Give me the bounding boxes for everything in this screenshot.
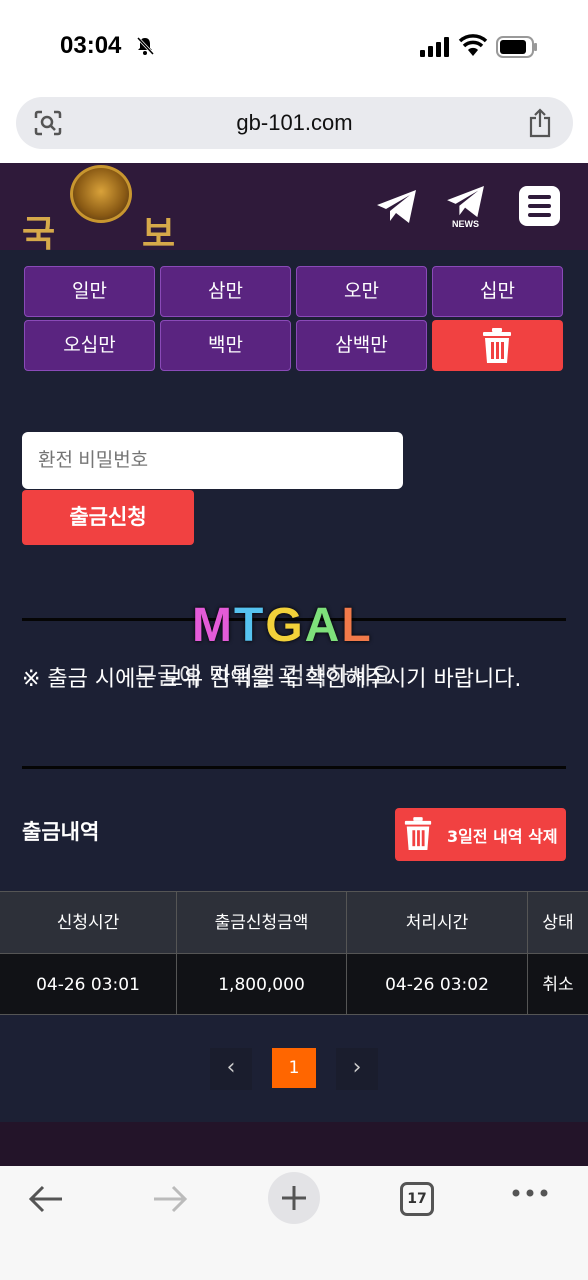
table-cell-processed: 04-26 03:02 xyxy=(347,953,528,1015)
tiger-emblem-icon xyxy=(70,165,132,223)
amount-button-500k[interactable]: 오십만 xyxy=(24,320,155,371)
forward-arrow-icon[interactable] xyxy=(152,1184,188,1214)
share-icon[interactable] xyxy=(527,108,553,138)
page-button-current[interactable]: 1 xyxy=(272,1048,316,1088)
site-logo[interactable]: 국 보 xyxy=(22,163,192,255)
prev-page-button[interactable]: ‹ xyxy=(210,1048,252,1090)
amount-button-30k[interactable]: 삼만 xyxy=(160,266,291,317)
column-header: 출금신청금액 xyxy=(177,891,347,953)
wifi-icon xyxy=(458,34,488,56)
browser-toolbar: 17 xyxy=(0,1166,588,1280)
more-options-icon[interactable] xyxy=(512,1188,548,1198)
back-arrow-icon[interactable] xyxy=(28,1184,64,1214)
main-content: 일만 삼만 오만 십만 오십만 백만 삼백만 출금신청 ※ 출금 시에는 보유 … xyxy=(0,250,588,1122)
mtgal-watermark-logo: MTGAL xyxy=(192,599,373,652)
url-text[interactable]: gb-101.com xyxy=(16,110,573,136)
withdraw-history-title: 출금내역 xyxy=(22,820,100,844)
column-header: 신청시간 xyxy=(0,891,177,953)
bell-slash-icon xyxy=(136,36,155,56)
news-telegram-icon[interactable] xyxy=(446,185,486,219)
hamburger-menu-button[interactable] xyxy=(519,186,560,226)
delete-old-history-button[interactable]: 3일전 내역 삭제 xyxy=(395,808,566,861)
status-time: 03:04 xyxy=(60,32,122,59)
amount-button-3m[interactable]: 삼백만 xyxy=(296,320,427,371)
trash-icon xyxy=(404,817,432,850)
table-cell-amount: 1,800,000 xyxy=(177,953,347,1015)
news-label: NEWS xyxy=(452,219,479,229)
amount-button-1m[interactable]: 백만 xyxy=(160,320,291,371)
new-tab-button[interactable] xyxy=(268,1172,320,1224)
battery-icon xyxy=(496,36,537,58)
clear-amount-button[interactable] xyxy=(432,320,563,371)
plus-icon xyxy=(282,1186,306,1210)
column-header: 처리시간 xyxy=(347,891,528,953)
telegram-icon[interactable] xyxy=(376,189,418,225)
amount-button-100k[interactable]: 십만 xyxy=(432,266,563,317)
watermark-overlay-text: 구글에 먹튀갤 검색하세요 xyxy=(135,662,394,690)
pagination: ‹ 1 › xyxy=(0,1048,588,1090)
divider xyxy=(22,766,566,769)
site-footer xyxy=(0,1122,588,1166)
address-bar[interactable]: gb-101.com xyxy=(16,97,573,149)
amount-button-10k[interactable]: 일만 xyxy=(24,266,155,317)
status-bar: 03:04 xyxy=(0,0,588,96)
tab-switcher-button[interactable]: 17 xyxy=(400,1182,434,1216)
delete-old-history-label: 3일전 내역 삭제 xyxy=(447,827,558,846)
withdraw-request-button[interactable]: 출금신청 xyxy=(22,490,194,545)
exchange-password-input[interactable] xyxy=(22,432,403,489)
cellular-signal-icon xyxy=(420,37,449,57)
table-cell-requested: 04-26 03:01 xyxy=(0,953,177,1015)
site-header: 국 보 NEWS xyxy=(0,163,588,255)
amount-button-50k[interactable]: 오만 xyxy=(296,266,427,317)
next-page-button[interactable]: › xyxy=(336,1048,378,1090)
trash-icon xyxy=(483,328,511,363)
column-header: 상태 xyxy=(528,891,588,953)
table-cell-status: 취소 xyxy=(528,953,588,1015)
